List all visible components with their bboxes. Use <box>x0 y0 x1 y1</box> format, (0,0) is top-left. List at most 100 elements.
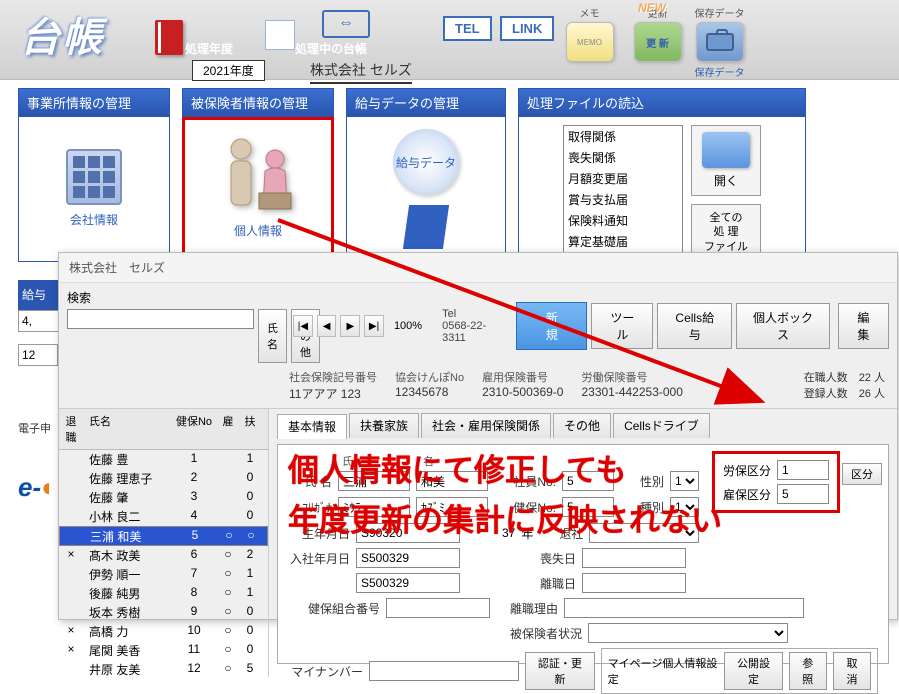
search-label: 検索 <box>67 291 91 305</box>
tool-button[interactable]: ツール <box>591 303 653 349</box>
zaishoku-value: 22 <box>859 372 871 384</box>
mynumber-input[interactable] <box>369 661 519 681</box>
file-list-item[interactable]: 保険料通知 <box>564 210 682 231</box>
info-bar: 社会保険記号番号11アアア 123 協会けんぽNo12345678 雇用保険番号… <box>59 365 897 409</box>
year-value[interactable]: 2021年度 <box>192 60 265 81</box>
extra-date-input[interactable] <box>356 573 460 593</box>
swap-icon[interactable]: ⇔ <box>322 10 370 38</box>
tab-1[interactable]: 扶養家族 <box>349 413 419 438</box>
file-list-item[interactable]: 喪失関係 <box>564 147 682 168</box>
ej-label-partial: 電子申 <box>18 420 51 436</box>
tab-0[interactable]: 基本情報 <box>277 414 347 439</box>
personal-caption: 個人情報 <box>208 222 308 239</box>
name-mei-input[interactable] <box>416 471 488 491</box>
file-list-item[interactable]: 算定基礎届 <box>564 231 682 252</box>
list-row[interactable]: 伊勢 順一7○1 <box>59 565 268 584</box>
rishoku-input[interactable] <box>582 573 686 593</box>
kenpo-kumiai-label: 健保組合番号 <box>288 600 380 617</box>
update-tool[interactable]: 更新 NEW 更 新 <box>630 5 685 62</box>
ninsho-button[interactable]: 認証・更新 <box>525 652 595 690</box>
kenpo-input[interactable] <box>562 497 614 517</box>
kana-shi-input[interactable] <box>338 497 410 517</box>
people-icon <box>215 135 301 215</box>
processing-label: 処理中の台帳 <box>295 40 367 57</box>
panels-row: 事業所情報の管理 会社情報 被保険者情報の管理 <box>0 80 899 262</box>
nyusha-input[interactable] <box>356 548 460 568</box>
list-row[interactable]: 坂本 秀樹9○0 <box>59 603 268 622</box>
taisha-label: 退社 <box>539 525 583 542</box>
list-row[interactable]: 佐藤 肇30 <box>59 488 268 507</box>
list-row[interactable]: 井原 友美12○5 <box>59 660 268 677</box>
list-row[interactable]: 後藤 純男8○1 <box>59 584 268 603</box>
birth-input[interactable] <box>356 523 460 543</box>
folder-icon <box>702 132 750 168</box>
sex-select[interactable]: 1 <box>670 471 699 491</box>
tel-button[interactable]: TEL <box>443 16 492 41</box>
edit-button[interactable]: 編集 <box>838 303 889 349</box>
name-shi-input[interactable] <box>338 471 410 491</box>
cells-salary-button[interactable]: Cells給与 <box>657 303 732 349</box>
list-row[interactable]: ×高橋 力10○0 <box>59 622 268 641</box>
save-sublabel: 保存データ <box>692 64 747 79</box>
new-badge: NEW <box>638 1 666 15</box>
nav-last-button[interactable]: ▶| <box>364 315 384 337</box>
panel-company-title: 事業所情報の管理 <box>18 88 170 117</box>
kubun-button[interactable]: 区分 <box>842 463 882 485</box>
personal-info-button[interactable]: 個人情報 <box>182 117 334 262</box>
open-button[interactable]: 開く <box>691 125 761 196</box>
list-row[interactable]: ×尾関 美香11○0 <box>59 641 268 660</box>
link-button[interactable]: LINK <box>500 16 554 41</box>
panel-process-title: 処理ファイルの読込 <box>518 88 806 117</box>
list-row[interactable]: ×髙木 政美6○2 <box>59 546 268 565</box>
shain-label: 社員No. <box>494 473 556 490</box>
kokubun-input[interactable] <box>777 484 829 504</box>
list-row[interactable]: 佐藤 豊11 <box>59 450 268 469</box>
torikeshi-button[interactable]: 取消 <box>833 652 871 690</box>
file-list-item[interactable]: 取得関係 <box>564 126 682 147</box>
hihokensha-label: 被保険者状況 <box>494 625 582 642</box>
list-header: 退職 氏名 健保No 雇 扶 <box>59 409 268 450</box>
hihokensha-select[interactable] <box>588 623 788 643</box>
sofu-input[interactable] <box>582 548 686 568</box>
nav-next-button[interactable]: ▶ <box>340 315 360 337</box>
nav-first-button[interactable]: |◀ <box>293 315 313 337</box>
search-input[interactable] <box>67 309 254 329</box>
shain-input[interactable] <box>562 471 614 491</box>
sanshou-button[interactable]: 参照 <box>789 652 827 690</box>
rishoku-riyu-input[interactable] <box>564 598 804 618</box>
kana-mei-input[interactable] <box>416 497 488 517</box>
employee-list: 退職 氏名 健保No 雇 扶 佐藤 豊11佐藤 理恵子20佐藤 肇30小林 良二… <box>59 409 269 677</box>
list-row[interactable]: 三浦 和美5○○ <box>59 526 268 546</box>
new-button[interactable]: 新規 <box>516 302 587 350</box>
tab-3[interactable]: その他 <box>553 413 611 438</box>
tab-2[interactable]: 社会・雇用保険関係 <box>421 413 551 438</box>
company-name-link[interactable]: 株式会社 セルズ <box>310 60 412 84</box>
mypage-label: マイページ個人情報設定 <box>608 655 719 687</box>
nyusha-label: 入社年月日 <box>288 550 350 567</box>
tab-4[interactable]: Cellsドライブ <box>613 413 710 438</box>
touroku-label: 登録人数 <box>804 388 848 400</box>
koukai-button[interactable]: 公開設定 <box>724 652 782 690</box>
list-row[interactable]: 佐藤 理恵子20 <box>59 469 268 488</box>
search-name-button[interactable]: 氏名 <box>258 309 287 363</box>
app-logo: 台帳 <box>20 5 104 63</box>
company-caption: 会社情報 <box>54 211 134 228</box>
nav-prev-button[interactable]: ◀ <box>317 315 337 337</box>
file-list-item[interactable]: 賞与支払届 <box>564 189 682 210</box>
personal-info-dialog: 株式会社 セルズ 検索 氏名 その他 |◀ ◀ ▶ ▶| 100% Tel056… <box>58 252 898 620</box>
company-info-button[interactable]: 会社情報 <box>18 117 170 262</box>
calendar-icon[interactable] <box>265 20 295 50</box>
process-file-list[interactable]: 取得関係喪失関係月額変更届賞与支払届保険料通知算定基礎届年度更新事務組合事務組合… <box>563 125 683 253</box>
type-select[interactable]: 1 <box>670 497 699 517</box>
personal-box-button[interactable]: 個人ボックス <box>736 303 830 349</box>
panel-salary: 給与データの管理 給与データ <box>346 88 506 262</box>
taisha-select[interactable] <box>589 523 699 543</box>
rodo-value: 23301-442253-000 <box>581 385 682 399</box>
file-list-item[interactable]: 月額変更届 <box>564 168 682 189</box>
list-row[interactable]: 小林 良二40 <box>59 507 268 526</box>
rokubun-input[interactable] <box>777 460 829 480</box>
memo-tool[interactable]: メモ MEMO <box>562 5 617 62</box>
save-tool[interactable]: 保存データ 保存データ <box>692 5 747 79</box>
kenpo-kumiai-input[interactable] <box>386 598 490 618</box>
salary-data-button[interactable]: 給与データ <box>346 117 506 262</box>
